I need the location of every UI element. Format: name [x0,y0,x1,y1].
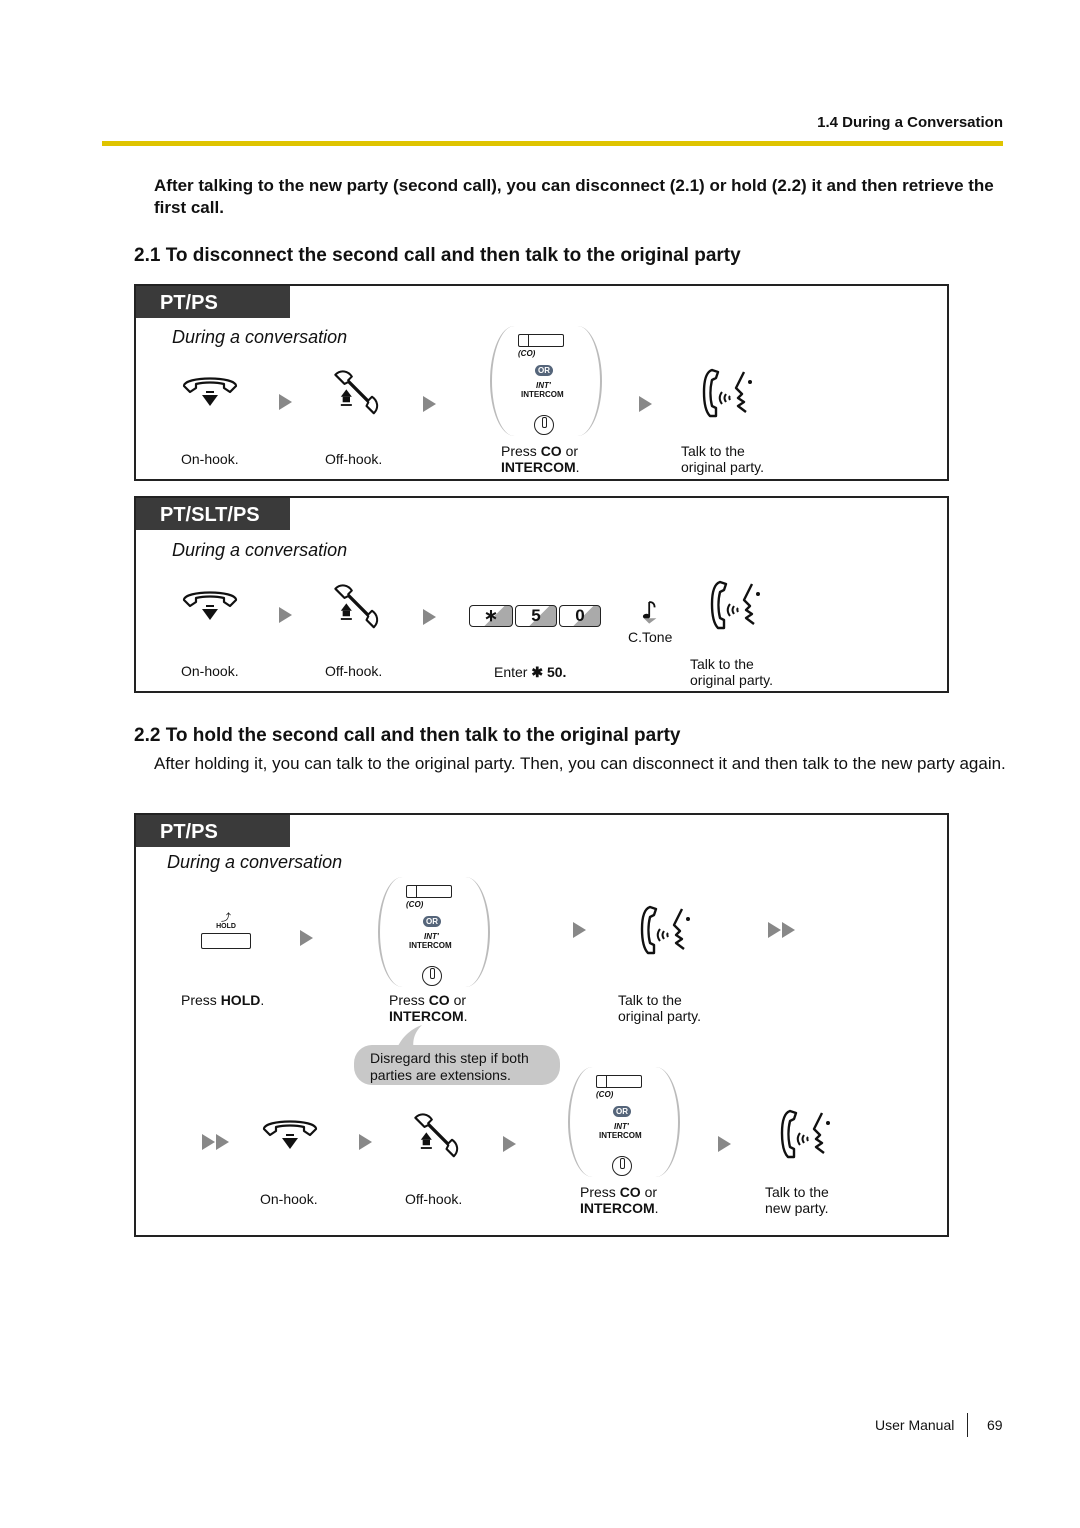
continue-double-arrow-icon [768,922,795,938]
context-label: During a conversation [172,327,348,347]
int-label: INT' [614,1122,629,1131]
next-arrow-icon [423,396,436,412]
dial-keys-icon: ∗ 5 0 [469,605,601,627]
device-tag: PT/PS [136,815,290,847]
intercom-label: INTERCOM [599,1131,642,1140]
intercom-button-icon [422,966,442,986]
intercom-label: INTERCOM [521,390,564,399]
key-0[interactable]: 0 [559,605,601,627]
next-arrow-icon [639,396,652,412]
intercom-label: INTERCOM [409,941,452,950]
next-arrow-icon [359,1134,372,1150]
key-5[interactable]: 5 [515,605,557,627]
step-caption: Press CO or INTERCOM. [389,992,468,1024]
header-rule [102,141,1003,146]
on-hook-icon [180,586,240,626]
step-caption: Talk to the original party. [618,992,702,1024]
step-caption: Press CO or INTERCOM. [501,443,580,475]
co-or-intercom-icon[interactable]: (CO) OR INT' INTERCOM [490,326,602,436]
step-caption: Off-hook. [405,1191,463,1207]
talk-icon [776,1107,836,1161]
co-button-icon [518,334,564,347]
next-arrow-icon [300,930,313,946]
pt-ps-disconnect-box: PT/PS During a conversation (CO) OR INT'… [134,284,949,481]
note-bubble: Disregard this step if both parties are … [354,1045,560,1085]
talk-icon [698,366,758,420]
step-caption: Talk to the original party. [690,656,774,688]
heading-2-2: 2.2 To hold the second call and then tal… [134,725,681,746]
next-arrow-icon [423,609,436,625]
off-hook-icon [408,1112,463,1162]
or-badge: OR [613,1106,631,1117]
hold-button-icon[interactable]: ⤴ HOLD [200,914,252,949]
off-hook-icon [328,583,383,633]
step-caption: Talk to the original party. [681,443,765,475]
step-caption: Off-hook. [325,451,383,467]
step-caption: Talk to the new party. [765,1184,829,1216]
footer-divider [967,1413,968,1437]
page-number: 69 [987,1417,1003,1433]
continue-double-arrow-icon [202,1134,229,1150]
pt-ps-hold-box: PT/PS During a conversation ⤴ HOLD (CO) … [134,813,949,1237]
intercom-button-icon [612,1156,632,1176]
confirmation-tone-icon [642,598,660,624]
or-badge: OR [535,365,553,376]
int-label: INT' [536,381,551,390]
pt-slt-ps-disconnect-box: PT/SLT/PS During a conversation ∗ 5 0 C.… [134,496,949,693]
device-tag: PT/PS [136,286,290,318]
section-2-2-description: After holding it, you can talk to the or… [154,754,1006,773]
device-tag: PT/SLT/PS [136,498,290,530]
step-caption: On-hook. [181,663,239,679]
co-button-icon [406,885,452,898]
co-or-intercom-icon[interactable]: (CO) OR INT' INTERCOM [378,877,490,987]
next-arrow-icon [279,394,292,410]
co-label: (CO) [596,1090,614,1099]
next-arrow-icon [718,1136,731,1152]
off-hook-icon [328,369,383,419]
heading-2-1: 2.1 To disconnect the second call and th… [134,245,741,266]
or-badge: OR [423,916,441,927]
next-arrow-icon [279,607,292,623]
step-caption: Press CO or INTERCOM. [580,1184,659,1216]
hold-key-label: HOLD [216,923,236,930]
step-caption: On-hook. [260,1191,318,1207]
step-caption: Off-hook. [325,663,383,679]
talk-icon [636,903,696,957]
on-hook-icon [260,1115,320,1155]
on-hook-icon [180,372,240,412]
next-arrow-icon [573,922,586,938]
section-header-title: 1.4 During a Conversation [817,114,1003,131]
tone-label: C.Tone [628,629,673,645]
next-arrow-icon [503,1136,516,1152]
context-label: During a conversation [172,540,348,560]
footer-label: User Manual [875,1417,955,1433]
talk-icon [706,578,766,632]
co-label: (CO) [518,349,536,358]
star-key[interactable]: ∗ [469,605,513,627]
co-label: (CO) [406,900,424,909]
step-caption: Press HOLD. [181,992,265,1008]
intro-paragraph: After talking to the new party (second c… [154,176,994,217]
step-caption: On-hook. [181,451,239,467]
co-button-icon [596,1075,642,1088]
int-label: INT' [424,932,439,941]
co-or-intercom-icon[interactable]: (CO) OR INT' INTERCOM [568,1067,680,1177]
intercom-button-icon [534,415,554,435]
step-caption: Enter ✱ 50. [494,664,567,680]
context-label: During a conversation [167,852,343,872]
